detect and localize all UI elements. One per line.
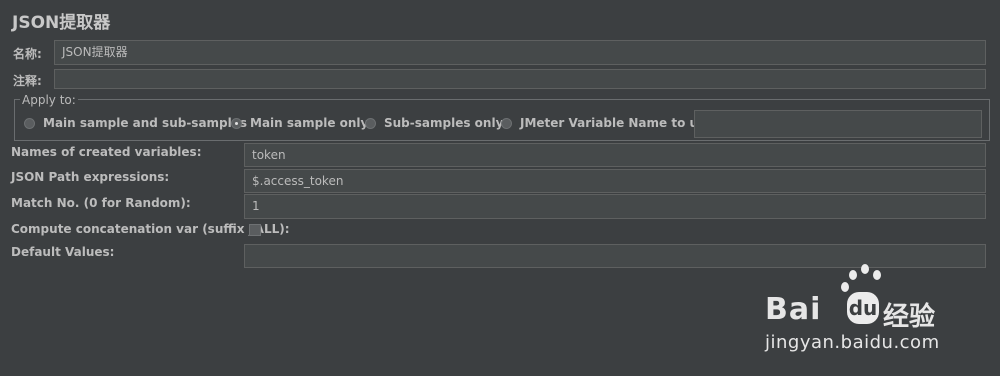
radio-label: Main sample and sub-samples [43, 116, 248, 130]
radio-circle [24, 117, 35, 129]
radio-main-sample-only[interactable]: Main sample only [231, 116, 368, 130]
match-no-field[interactable]: 1 [244, 194, 986, 219]
comment-field[interactable] [54, 69, 986, 89]
paw-toe-icon [861, 264, 869, 274]
paw-toe-icon [849, 270, 857, 280]
apply-to-legend: Apply to: [20, 93, 78, 107]
radio-circle [501, 117, 512, 129]
paw-toe-icon [841, 282, 849, 292]
watermark-jingyan: 经验 [883, 302, 936, 332]
baidu-jingyan-watermark: Bai du 经验 jingyan.baidu.com [765, 262, 985, 357]
json-path-field[interactable]: $.access_token [244, 169, 986, 193]
json-path-label: JSON Path expressions: [11, 170, 170, 184]
panel-title: JSON提取器 [12, 13, 111, 33]
radio-circle [365, 117, 376, 129]
name-field[interactable]: JSON提取器 [54, 40, 986, 65]
radio-label: Main sample only [250, 116, 369, 130]
names-of-variables-field[interactable]: token [244, 143, 986, 167]
watermark-du-badge: du [847, 292, 879, 324]
radio-sub-samples-only[interactable]: Sub-samples only [365, 116, 503, 130]
names-of-variables-label: Names of created variables: [11, 145, 202, 159]
radio-jmeter-variable[interactable]: JMeter Variable Name to use [501, 116, 713, 130]
comment-label: 注释: [13, 74, 42, 88]
radio-circle-selected [231, 117, 242, 129]
paw-toe-icon [873, 270, 881, 280]
jmeter-variable-name-field[interactable] [694, 110, 982, 138]
radio-main-and-sub-samples[interactable]: Main sample and sub-samples [24, 116, 247, 130]
match-no-label: Match No. (0 for Random): [11, 196, 191, 210]
name-label: 名称: [13, 47, 42, 61]
radio-label: JMeter Variable Name to use [520, 116, 714, 130]
default-values-label: Default Values: [11, 245, 115, 259]
concat-label: Compute concatenation var (suffix _ALL): [11, 222, 290, 236]
watermark-url: jingyan.baidu.com [765, 332, 940, 353]
radio-label: Sub-samples only [384, 116, 504, 130]
concat-checkbox[interactable] [249, 224, 261, 236]
watermark-brand: Bai [765, 292, 822, 327]
